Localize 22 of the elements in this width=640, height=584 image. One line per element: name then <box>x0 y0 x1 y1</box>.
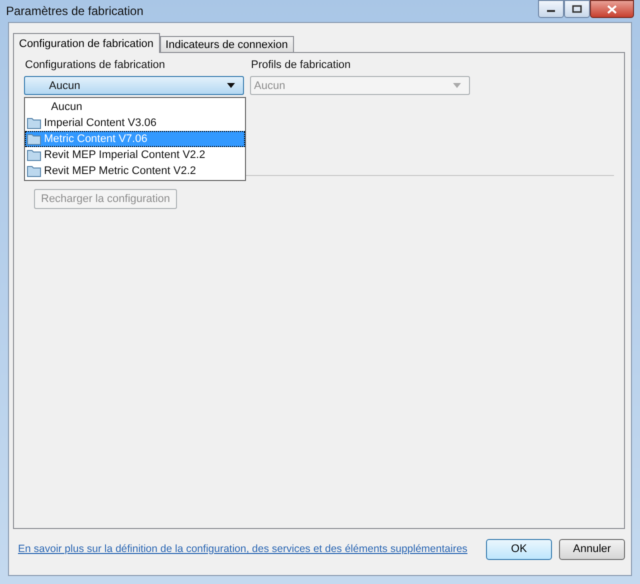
caret-icon <box>453 83 461 88</box>
caret-icon <box>227 83 235 88</box>
tab[interactable]: Configuration de fabrication <box>13 33 160 53</box>
maximize-icon[interactable] <box>564 0 590 18</box>
folder-icon <box>27 133 41 145</box>
dropdown-option[interactable]: Aucun <box>25 99 245 115</box>
field-label: Profils de fabrication <box>251 59 352 72</box>
help-link[interactable]: En savoir plus sur la définition de la configuration, des services et des éléments supplémentaires <box>18 543 477 555</box>
dropdown[interactable]: Aucun <box>24 76 244 95</box>
tab[interactable]: Indicateurs de connexion <box>160 36 294 53</box>
close-icon[interactable] <box>590 0 634 18</box>
dropdown-option[interactable]: Imperial Content V3.06 <box>25 115 245 131</box>
folder-icon <box>27 149 41 161</box>
minimize-icon[interactable] <box>538 0 564 18</box>
folder-icon <box>27 165 41 177</box>
folder-icon <box>27 117 41 129</box>
field-label: Configurations de fabrication <box>25 59 166 72</box>
dialog-button[interactable]: OK <box>486 538 552 560</box>
window-title: Paramètres de fabrication <box>6 4 144 18</box>
dialog-button[interactable]: Annuler <box>559 538 625 560</box>
dropdown-option[interactable]: Revit MEP Imperial Content V2.2 <box>25 147 245 163</box>
dropdown-option[interactable]: Revit MEP Metric Content V2.2 <box>25 163 245 179</box>
